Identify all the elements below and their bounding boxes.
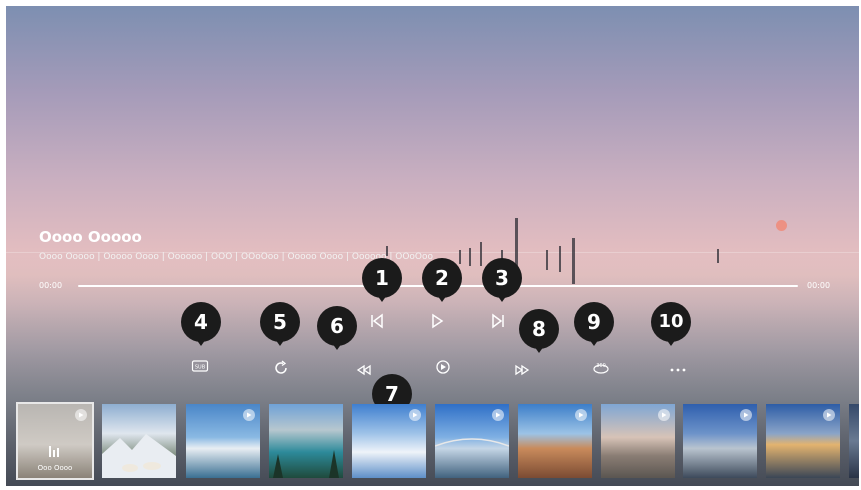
auto-play-button[interactable] — [431, 357, 455, 381]
fast-forward-button[interactable] — [510, 360, 534, 384]
playlist-item-partial[interactable] — [849, 404, 859, 478]
total-time: 00:00 — [807, 281, 831, 290]
play-icon — [575, 409, 587, 421]
skip-previous-icon — [368, 312, 386, 334]
callout-4: 4 — [181, 302, 221, 346]
callout-9: 9 — [574, 302, 614, 346]
playlist-item[interactable] — [518, 404, 592, 478]
playlist-item[interactable] — [435, 404, 509, 478]
playlist-thumbnails: Ooo Oooo — [16, 402, 859, 482]
callout-6: 6 — [317, 306, 357, 350]
equalizer-icon — [48, 442, 62, 461]
skip-next-button[interactable] — [486, 311, 510, 335]
subtitle-icon: SUB — [191, 357, 209, 379]
playlist-item[interactable] — [269, 404, 343, 478]
repeat-button[interactable] — [269, 358, 293, 382]
play-icon — [409, 409, 421, 421]
more-options-icon — [669, 361, 687, 383]
callout-1: 1 — [362, 258, 402, 302]
360-view-icon: 360 — [592, 359, 610, 381]
playlist-item[interactable] — [601, 404, 675, 478]
fast-forward-icon — [513, 361, 531, 383]
play-button[interactable] — [425, 311, 449, 335]
video-title: Oooo Ooooo — [39, 228, 142, 246]
play-icon — [740, 409, 752, 421]
skip-next-icon — [489, 312, 507, 334]
play-icon — [492, 409, 504, 421]
360-view-button[interactable]: 360 — [589, 358, 613, 382]
callout-2: 2 — [422, 258, 462, 302]
elapsed-time: 00:00 — [39, 281, 63, 290]
play-icon — [823, 409, 835, 421]
playlist-item[interactable] — [102, 404, 176, 478]
playlist-item[interactable] — [186, 404, 260, 478]
playlist-item[interactable] — [352, 404, 426, 478]
sun — [776, 220, 787, 231]
subtitle-icon-label: SUB — [195, 365, 206, 371]
video-player-screen: Oooo Ooooo Oooo Ooooo | Ooooo Oooo | Ooo… — [6, 6, 859, 486]
play-icon — [658, 409, 670, 421]
more-options-button[interactable] — [666, 360, 690, 384]
skip-previous-button[interactable] — [365, 311, 389, 335]
play-icon — [428, 312, 446, 334]
selected-item-label: Ooo Oooo — [37, 464, 73, 472]
playlist-item[interactable] — [683, 404, 757, 478]
playlist-item[interactable] — [766, 404, 840, 478]
play-icon — [243, 409, 255, 421]
callout-8: 8 — [519, 309, 559, 353]
play-icon — [75, 409, 87, 421]
rewind-icon — [355, 361, 373, 383]
playlist-item-selected[interactable]: Ooo Oooo — [16, 402, 94, 480]
callout-3: 3 — [482, 258, 522, 302]
repeat-icon — [272, 359, 290, 381]
auto-play-icon — [434, 358, 452, 380]
subtitle-button[interactable]: SUB — [188, 356, 212, 380]
callout-10: 10 — [651, 302, 691, 346]
callout-5: 5 — [260, 302, 300, 346]
360-view-icon-label: 360 — [596, 363, 606, 369]
